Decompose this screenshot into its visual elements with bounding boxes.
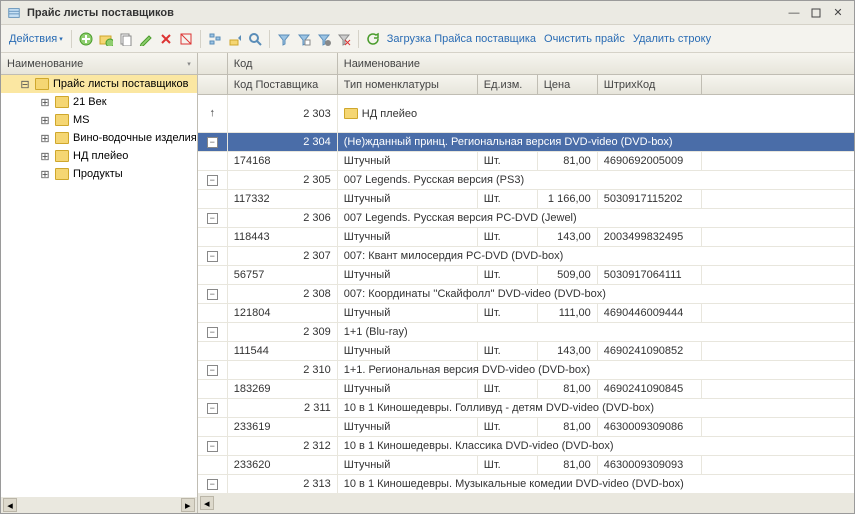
collapse-row-icon[interactable]: −	[207, 213, 218, 224]
collapse-row-icon[interactable]: −	[207, 403, 218, 414]
folder-icon	[344, 108, 358, 119]
filter3-icon[interactable]	[316, 31, 332, 47]
separator	[200, 30, 201, 48]
col-supplier-code-header[interactable]: Код Поставщика	[228, 75, 338, 95]
col-toggle-header[interactable]	[198, 53, 228, 75]
window-title: Прайс листы поставщиков	[27, 7, 782, 19]
tree-panel: Наименование ▾ ⊟ Прайс листы поставщиков…	[1, 53, 198, 513]
close-button[interactable]: ✕	[828, 5, 848, 21]
find-icon[interactable]	[247, 31, 263, 47]
clear-price-button[interactable]: Очистить прайс	[542, 33, 627, 45]
grid-hscroll[interactable]: ◂ ▸	[198, 493, 854, 513]
expand-icon[interactable]: ⊞	[39, 132, 51, 145]
toolbar: Действия▾ Загрузка Прайса поставщика Очи…	[1, 25, 854, 53]
folder-icon	[55, 150, 69, 162]
load-price-button[interactable]: Загрузка Прайса поставщика	[385, 33, 538, 45]
filter-clear-icon[interactable]	[336, 31, 352, 47]
copy-icon[interactable]	[118, 31, 134, 47]
folder-icon	[55, 168, 69, 180]
col-unit-header[interactable]: Ед.изм.	[478, 75, 538, 95]
table-row[interactable]: −2 307007: Квант милосердия PC-DVD (DVD-…	[198, 247, 854, 285]
tree-item[interactable]: ⊞НД плейео	[1, 147, 197, 165]
add-folder-icon[interactable]	[98, 31, 114, 47]
collapse-row-icon[interactable]: −	[207, 289, 218, 300]
separator	[269, 30, 270, 48]
col-code-header[interactable]: Код	[228, 53, 338, 75]
expand-icon[interactable]: ⊞	[39, 168, 51, 181]
collapse-row-icon[interactable]: −	[207, 441, 218, 452]
tree-item[interactable]: ⊞MS	[1, 111, 197, 129]
collapse-row-icon[interactable]: −	[207, 327, 218, 338]
filter1-icon[interactable]	[276, 31, 292, 47]
collapse-row-icon[interactable]: −	[207, 175, 218, 186]
minimize-button[interactable]: —	[784, 5, 804, 21]
table-row[interactable]: −2 305007 Legends. Русская версия (PS3)Н…	[198, 171, 854, 209]
grid-panel: Код Наименование▾ Поставщик ▴ Код Постав…	[198, 53, 854, 513]
collapse-row-icon[interactable]: −	[207, 251, 218, 262]
table-row[interactable]: −2 31210 в 1 Киношедевры. Классика DVD-v…	[198, 437, 854, 475]
folder-row[interactable]: 2 303 НД плейео	[198, 95, 854, 133]
hierarchy-icon[interactable]	[207, 31, 223, 47]
table-row[interactable]: −2 3091+1 (Blu-ray)НД плейр111544Штучный…	[198, 323, 854, 361]
tree-hscroll[interactable]: ◂ ▸	[1, 497, 197, 513]
maximize-button[interactable]	[806, 5, 826, 21]
expand-icon[interactable]: ⊞	[39, 114, 51, 127]
table-row[interactable]: −2 308007: Координаты ''Скайфолл'' DVD-v…	[198, 285, 854, 323]
tree-item[interactable]: ⊞Вино-водочные изделия	[1, 129, 197, 147]
edit-icon[interactable]	[138, 31, 154, 47]
delete-mark-icon[interactable]	[158, 31, 174, 47]
refresh-icon[interactable]	[365, 31, 381, 47]
table-row[interactable]: −2 31310 в 1 Киношедевры. Музыкальные ко…	[198, 475, 854, 494]
scroll-left-icon[interactable]: ◂	[200, 496, 214, 510]
main-window: Прайс листы поставщиков — ✕ Действия▾ За…	[0, 0, 855, 514]
table-row[interactable]: −2 31110 в 1 Киношедевры. Голливуд - дет…	[198, 399, 854, 437]
tree-body: ⊟ Прайс листы поставщиков ⊞21 Век⊞MS⊞Вин…	[1, 75, 197, 513]
expand-icon[interactable]: ⊞	[39, 96, 51, 109]
tree-root[interactable]: ⊟ Прайс листы поставщиков	[1, 75, 197, 93]
titlebar: Прайс листы поставщиков — ✕	[1, 1, 854, 25]
collapse-row-icon[interactable]: −	[207, 479, 218, 490]
col-price-header[interactable]: Цена	[538, 75, 598, 95]
actions-menu[interactable]: Действия▾	[7, 33, 65, 45]
tree-item[interactable]: ⊞Продукты	[1, 165, 197, 183]
add-icon[interactable]	[78, 31, 94, 47]
separator	[358, 30, 359, 48]
delete-row-button[interactable]: Удалить строку	[631, 33, 713, 45]
delete-icon-crossed[interactable]	[178, 31, 194, 47]
app-icon	[7, 6, 21, 20]
collapse-icon[interactable]: ⊟	[19, 78, 31, 91]
collapse-row-icon[interactable]: −	[207, 137, 218, 148]
folder-icon	[35, 78, 49, 90]
tree-item[interactable]: ⊞21 Век	[1, 93, 197, 111]
table-row[interactable]: −2 306007 Legends. Русская версия PC-DVD…	[198, 209, 854, 247]
scroll-left-icon[interactable]: ◂	[3, 498, 17, 512]
folder-icon	[55, 114, 69, 126]
col-barcode-header[interactable]: ШтрихКод	[598, 75, 702, 95]
collapse-row-icon[interactable]: −	[207, 365, 218, 376]
move-up-icon[interactable]	[227, 31, 243, 47]
scroll-right-icon[interactable]: ▸	[181, 498, 195, 512]
tree-header[interactable]: Наименование ▾	[1, 53, 197, 75]
separator	[71, 30, 72, 48]
table-row[interactable]: −2 304(Не)жданный принц. Региональная ве…	[198, 133, 854, 171]
col-nomtype-header[interactable]: Тип номенклатуры	[338, 75, 478, 95]
col-name-header[interactable]: Наименование▾	[338, 53, 854, 75]
folder-icon	[55, 96, 69, 108]
filter2-icon[interactable]	[296, 31, 312, 47]
folder-icon	[55, 132, 69, 144]
expand-icon[interactable]: ⊞	[39, 150, 51, 163]
table-row[interactable]: −2 3101+1. Региональная версия DVD-video…	[198, 361, 854, 399]
